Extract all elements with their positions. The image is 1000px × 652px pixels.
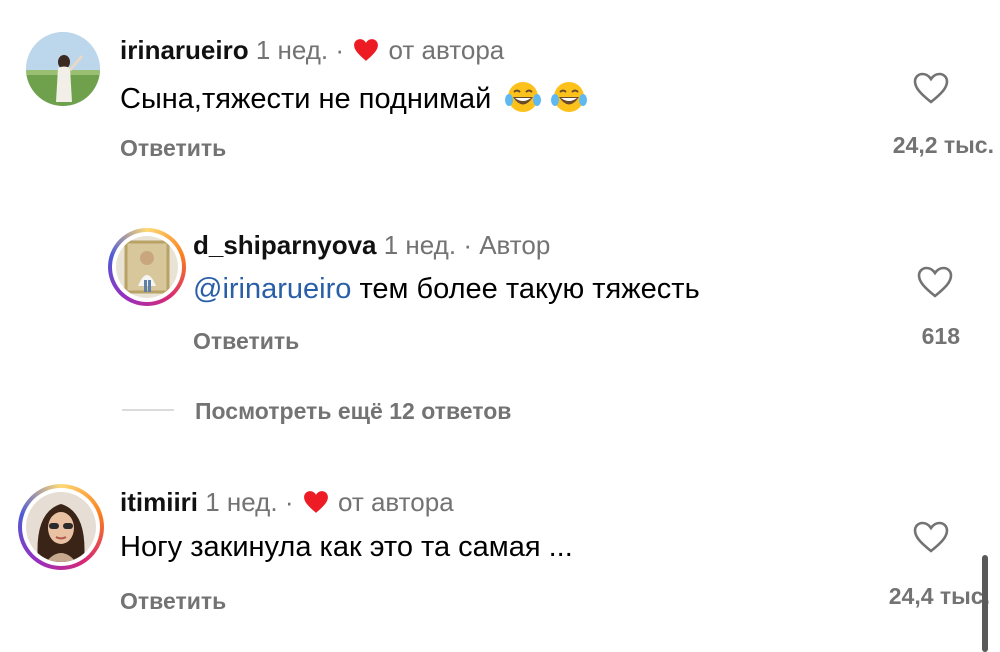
laughing-tears-emoji-icon — [505, 82, 542, 112]
separator-dot: · — [463, 230, 472, 260]
heart-filled-icon — [303, 491, 328, 513]
laughing-tears-emoji-icon — [551, 82, 588, 112]
like-count: 24,4 тыс. — [888, 583, 990, 609]
view-more-replies-button[interactable]: Посмотреть ещё 12 ответов — [195, 397, 511, 425]
avatar-photo-icon — [26, 492, 96, 562]
like-heart-icon[interactable] — [917, 266, 953, 298]
comment-text: Ногу закинула как это та самая ... — [120, 531, 573, 563]
avatar-photo-icon — [26, 32, 100, 106]
comment-body: тем более такую тяжесть — [351, 273, 700, 305]
username[interactable]: itimiiri — [120, 487, 198, 517]
comment-meta: d_shiparnyova 1 нед. · Автор — [193, 230, 550, 260]
view-more-divider — [122, 409, 174, 411]
avatar[interactable] — [26, 32, 100, 106]
heart-filled-icon — [354, 39, 379, 61]
comment-body: Сына,тяжести не поднимай — [120, 83, 492, 115]
avatar[interactable] — [108, 228, 186, 306]
liked-by-author-label: от автора — [337, 487, 454, 517]
timestamp: 1 нед. — [383, 230, 457, 260]
avatar-photo-icon — [116, 236, 178, 298]
separator-dot: · — [335, 35, 345, 65]
username[interactable]: d_shiparnyova — [193, 230, 377, 260]
like-count: 24,2 тыс. — [892, 132, 994, 158]
scrollbar[interactable] — [982, 555, 988, 652]
author-label: Автор — [479, 230, 551, 260]
separator-dot: · — [284, 487, 294, 517]
like-count: 618 — [921, 323, 960, 349]
liked-by-author-label: от автора — [388, 35, 505, 65]
reply-button[interactable]: Ответить — [193, 327, 299, 355]
mention-link[interactable]: @irinarueiro — [193, 273, 351, 305]
avatar[interactable] — [18, 484, 104, 570]
like-heart-icon[interactable] — [913, 72, 949, 104]
reply-button[interactable]: Ответить — [120, 587, 226, 615]
timestamp: 1 нед. — [205, 487, 278, 517]
comment-text: Сына,тяжести не поднимай — [120, 80, 588, 116]
comment-meta: irinarueiro 1 нед. · от автора — [120, 35, 504, 65]
comment-text: @irinarueiro тем более такую тяжесть — [193, 272, 700, 306]
username[interactable]: irinarueiro — [120, 35, 249, 65]
comment-meta: itimiiri 1 нед. · от автора — [120, 487, 454, 517]
like-heart-icon[interactable] — [913, 521, 949, 553]
timestamp: 1 нед. — [255, 35, 329, 65]
reply-button[interactable]: Ответить — [120, 134, 226, 162]
